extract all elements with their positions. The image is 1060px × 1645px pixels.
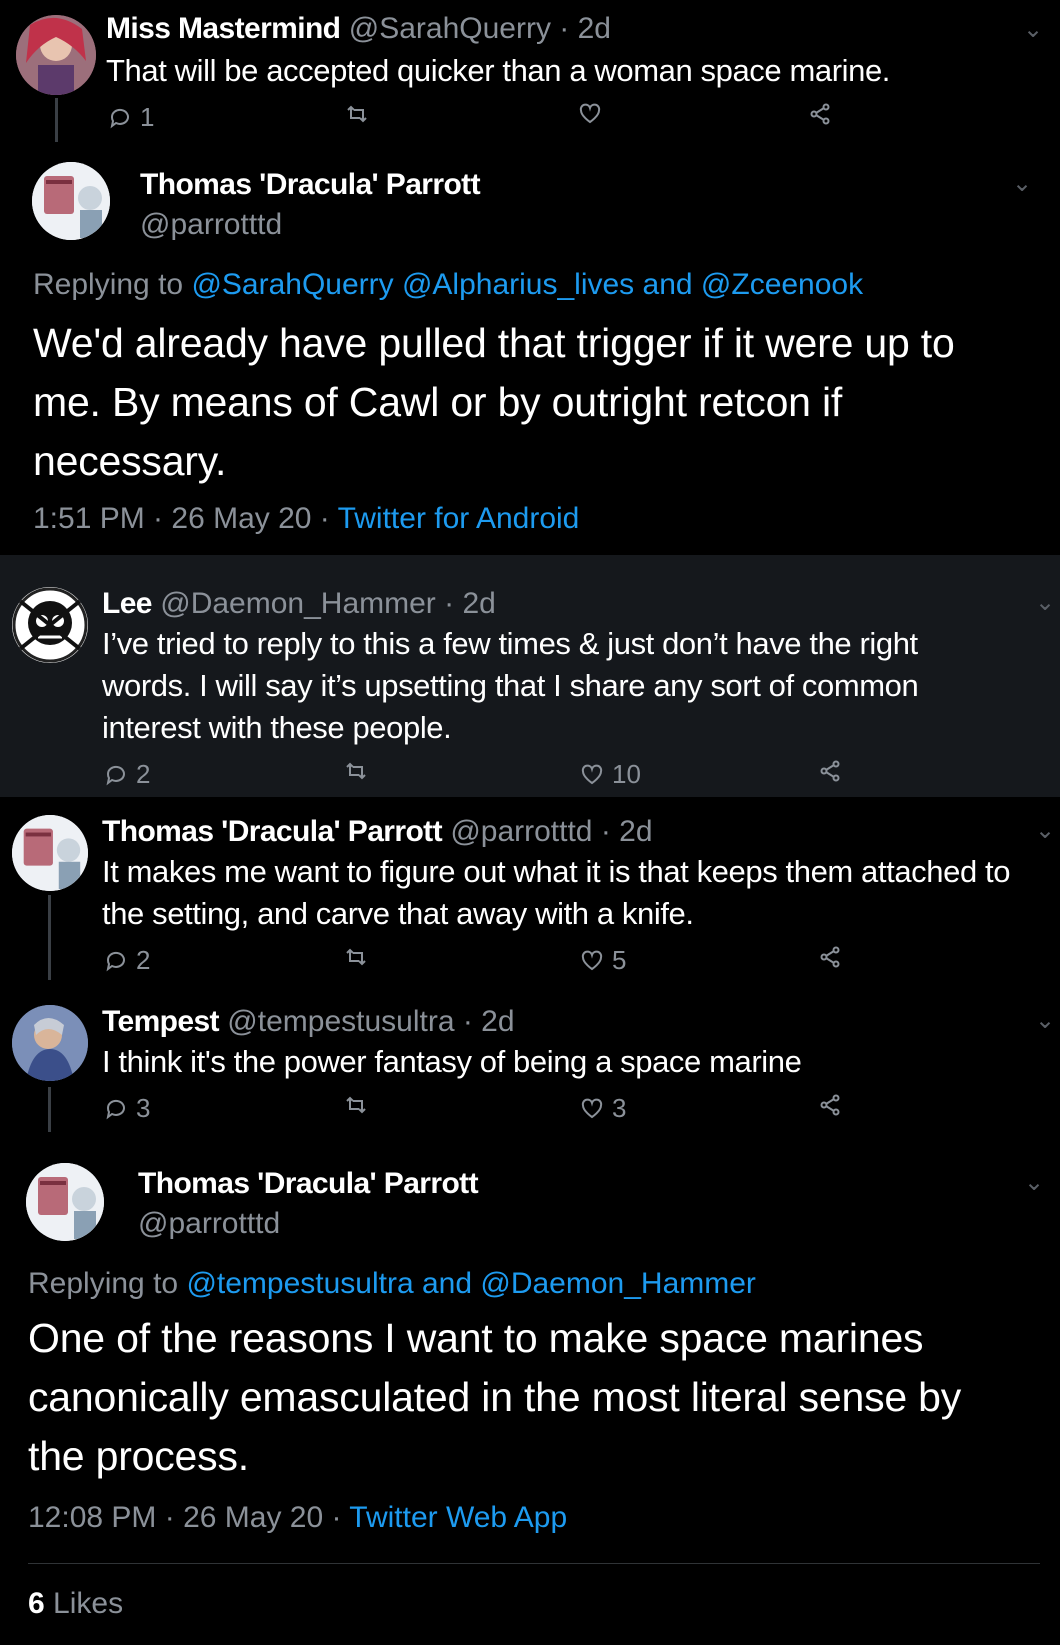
avatar[interactable] [16,15,96,95]
author-name[interactable]: Miss Mastermind [106,12,341,45]
tweet-time: · 2d [600,815,653,848]
likes-label: Likes [53,1587,124,1620]
timeline: Miss Mastermind @SarahQuerry · 2d ⌄ That… [0,0,1060,1645]
author-name[interactable]: Thomas 'Dracula' Parrott [138,1167,479,1201]
share-button[interactable] [818,945,842,969]
author-name[interactable]: Thomas 'Dracula' Parrott [140,168,481,202]
retweet-button[interactable] [344,759,368,783]
tweet-timestamp: 1:51 PM · 26 May 20 · [33,502,338,535]
reply-count: 2 [136,759,151,789]
likes-summary[interactable]: 6 Likes [28,1587,123,1621]
retweet-icon [346,948,366,966]
author-name[interactable]: Lee [102,587,153,620]
tweet-source[interactable]: Twitter Web App [349,1501,567,1534]
like-button[interactable] [578,102,602,126]
reply-count: 1 [140,102,155,132]
share-button[interactable] [808,102,832,126]
likes-count: 6 [28,1587,45,1620]
reply-count: 2 [136,945,151,975]
tweet-text: It makes me want to figure out what it i… [102,854,1011,931]
like-button[interactable]: 3 [580,1093,626,1124]
author-handle[interactable]: @parrotttd [138,1207,280,1241]
tweet-tempest[interactable]: Tempest @tempestusultra · 2d ⌄ I think i… [0,987,1060,1137]
thread-line [55,98,58,142]
reply-button[interactable]: 1 [108,102,154,133]
avatar[interactable] [12,1005,88,1081]
tweet-sarah[interactable]: Miss Mastermind @SarahQuerry · 2d ⌄ That… [0,0,1060,150]
reply-icon [106,765,125,785]
retweet-button[interactable] [344,945,368,969]
author-handle[interactable]: @parrotttd [140,208,282,242]
tweet-meta: 1:51 PM · 26 May 20 · Twitter for Androi… [33,502,579,536]
reply-icon [110,108,129,128]
heart-icon [581,764,603,784]
chevron-down-icon[interactable]: ⌄ [1023,18,1043,42]
reply-button[interactable]: 2 [104,759,150,790]
reply-button[interactable]: 3 [104,1093,150,1124]
reply-icon [106,951,125,971]
like-count: 10 [612,759,641,789]
retweet-icon [346,1096,366,1114]
avatar[interactable] [26,1163,104,1241]
tweet-text: One of the reasons I want to make space … [28,1315,962,1479]
avatar[interactable] [32,162,110,240]
replying-to-mentions[interactable]: @tempestusultra and @Daemon_Hammer [186,1267,755,1300]
tweet-source[interactable]: Twitter for Android [338,502,580,535]
chevron-down-icon[interactable]: ⌄ [1035,1009,1055,1033]
like-count: 5 [612,945,627,975]
author-handle[interactable]: @parrotttd [450,815,592,848]
share-button[interactable] [818,759,842,783]
heart-icon [581,950,603,970]
tweet-text: We'd already have pulled that trigger if… [33,320,955,484]
tweet-time: · 2d [444,587,496,620]
avatar[interactable] [12,587,88,663]
retweet-button[interactable] [345,102,369,126]
like-count: 3 [612,1093,627,1123]
share-button[interactable] [818,1093,842,1117]
focused-tweet: Thomas 'Dracula' Parrott @parrotttd ⌄ Re… [0,1137,1060,1645]
tweet-text: I think it's the power fantasy of being … [102,1044,802,1079]
retweet-icon [347,105,367,123]
author-name[interactable]: Tempest [102,1005,220,1038]
heart-icon [579,103,601,124]
share-icon [820,760,840,782]
share-icon [820,1094,840,1116]
tweet-timestamp: 12:08 PM · 26 May 20 · [28,1501,350,1534]
reply-count: 3 [136,1093,151,1123]
replying-to-label: Replying to [28,1267,187,1300]
tweet-lee[interactable]: Lee @Daemon_Hammer · 2d ⌄ I’ve tried to … [0,555,1060,797]
tweet-text: I’ve tried to reply to this a few times … [102,626,919,745]
avatar[interactable] [12,815,88,891]
share-icon [820,946,840,968]
tweet-text: That will be accepted quicker than a wom… [106,53,891,88]
author-name[interactable]: Thomas 'Dracula' Parrott [102,815,443,848]
reply-icon [106,1099,125,1119]
focused-tweet: Thomas 'Dracula' Parrott @parrotttd ⌄ Re… [0,150,1060,555]
divider [28,1563,1040,1564]
tweet-thomas-reply[interactable]: Thomas 'Dracula' Parrott @parrotttd · 2d… [0,797,1060,987]
tweet-meta: 12:08 PM · 26 May 20 · Twitter Web App [28,1501,567,1535]
chevron-down-icon[interactable]: ⌄ [1035,819,1055,843]
like-button[interactable]: 10 [580,759,641,790]
share-icon [810,103,830,125]
author-handle[interactable]: @SarahQuerry [349,12,551,45]
heart-icon [581,1098,603,1118]
author-handle[interactable]: @tempestusultra [227,1005,454,1038]
retweet-icon [346,762,366,780]
replying-to-mentions[interactable]: @SarahQuerry @Alpharius_lives and @Zceen… [191,268,863,301]
reply-button[interactable]: 2 [104,945,150,976]
chevron-down-icon[interactable]: ⌄ [1035,591,1055,615]
author-handle[interactable]: @Daemon_Hammer [160,587,436,620]
tweet-time: · 2d [462,1005,515,1038]
chevron-down-icon[interactable]: ⌄ [1012,172,1032,196]
retweet-button[interactable] [344,1093,368,1117]
tweet-time: · 2d [559,12,611,45]
thread-line [48,895,51,980]
like-button[interactable]: 5 [580,945,626,976]
replying-to-label: Replying to [33,268,192,301]
chevron-down-icon[interactable]: ⌄ [1024,1171,1044,1195]
thread-line [48,1087,51,1132]
